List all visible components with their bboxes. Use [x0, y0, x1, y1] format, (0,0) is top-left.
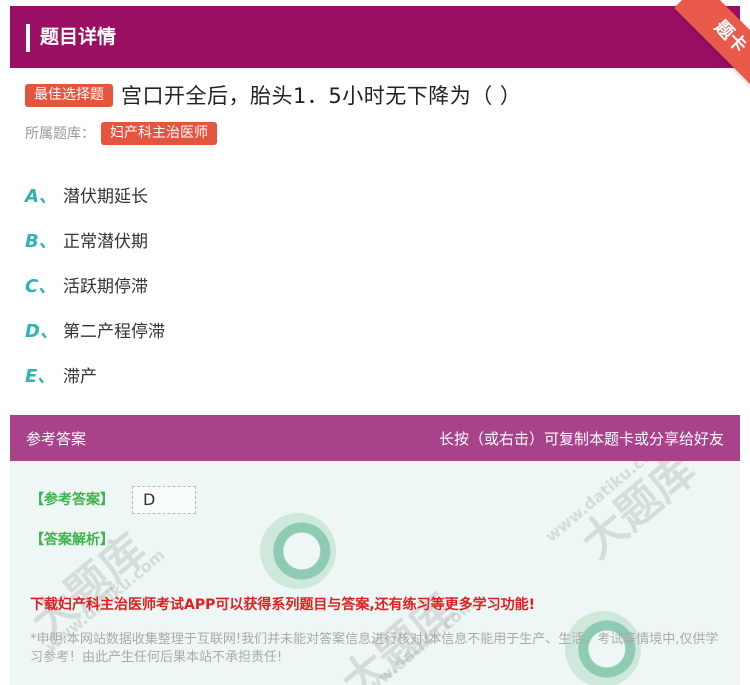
- share-hint: 长按（或右击）可复制本题卡或分享给好友: [438, 429, 724, 448]
- option-text: 潜伏期延长: [63, 187, 148, 207]
- option-letter: E、: [25, 365, 56, 387]
- option-letter: A、: [25, 185, 57, 207]
- answer-label: 【参考答案】: [30, 492, 114, 508]
- option-text: 活跃期停滞: [63, 277, 148, 297]
- option-a[interactable]: A、 潜伏期延长: [25, 172, 165, 217]
- disclaimer-text: *申明:本网站数据收集整理于互联网!我们并未能对答案信息进行核对!本信息不能用于…: [30, 632, 719, 665]
- option-e[interactable]: E、 滞产: [25, 352, 165, 397]
- option-text: 滞产: [63, 367, 97, 387]
- bank-label: 所属题库：: [25, 126, 95, 142]
- question-text: 宫口开全后，胎头1．5小时无下降为（ ）: [121, 84, 522, 108]
- analysis-label: 【答案解析】: [30, 532, 114, 548]
- question-bank-row: 所属题库： 妇产科主治医师: [25, 120, 217, 146]
- title-accent-bar: [26, 24, 30, 52]
- option-c[interactable]: C、 活跃期停滞: [25, 262, 165, 307]
- page-title: 题目详情: [40, 26, 117, 48]
- option-text: 第二产程停滞: [63, 322, 165, 342]
- answer-section-title: 参考答案: [26, 429, 87, 448]
- answer-body: 大题库 大题库 大题库 www.datiku.com www.datiku.co…: [10, 461, 740, 685]
- logo-watermark-icon: [260, 513, 336, 589]
- ribbon-corner: 题卡: [640, 0, 750, 90]
- question-type-tag: 最佳选择题: [25, 83, 113, 107]
- answer-value: D: [132, 486, 196, 514]
- bank-tag[interactable]: 妇产科主治医师: [101, 121, 217, 145]
- header-bar: 题目详情: [10, 6, 740, 68]
- option-letter: C、: [25, 275, 57, 297]
- option-d[interactable]: D、 第二产程停滞: [25, 307, 165, 352]
- options-list: A、 潜伏期延长 B、 正常潜伏期 C、 活跃期停滞 D、 第二产程停滞 E、 …: [25, 172, 165, 397]
- answer-header: 参考答案 长按（或右击）可复制本题卡或分享给好友: [10, 415, 740, 461]
- app-promo-link[interactable]: 下载妇产科主治医师考试APP可以获得系列题目与答案,还有练习等更多学习功能!: [30, 594, 535, 614]
- option-letter: B、: [25, 230, 57, 252]
- option-b[interactable]: B、 正常潜伏期: [25, 217, 165, 262]
- option-text: 正常潜伏期: [63, 232, 148, 252]
- ribbon-label[interactable]: 题卡: [674, 0, 750, 90]
- option-letter: D、: [25, 320, 58, 342]
- question-row: 最佳选择题 宫口开全后，胎头1．5小时无下降为（ ）: [25, 80, 521, 110]
